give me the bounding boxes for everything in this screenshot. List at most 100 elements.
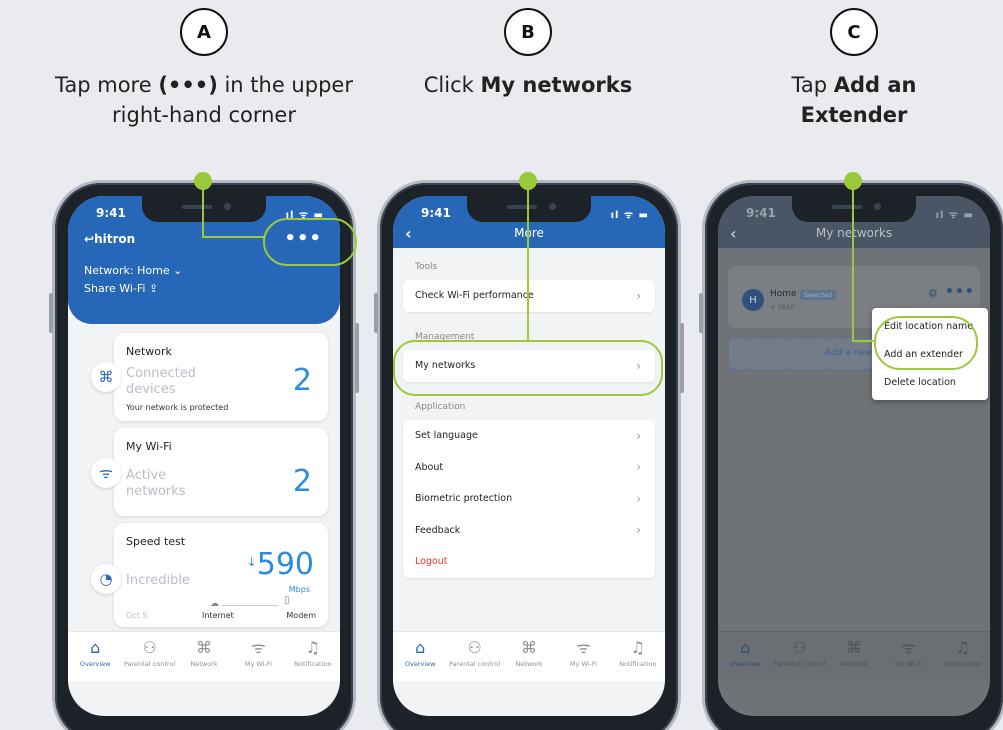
nav-network[interactable]: ⌘ Network	[177, 632, 231, 681]
step-a: A Tap more (•••) in the upper right-hand…	[44, 8, 364, 130]
section-application: Application	[415, 402, 466, 412]
page-title: More	[514, 226, 544, 240]
highlight-line-c-horizontal	[852, 340, 876, 342]
edit-location-name-item[interactable]: Edit location name	[872, 312, 988, 340]
cloud-icon: ☁	[210, 599, 219, 609]
step-b-text-pre: Click	[423, 73, 481, 97]
tutorial-stage: A Tap more (•••) in the upper right-hand…	[0, 0, 1003, 730]
nav-overview[interactable]: ⌂ Overview	[393, 632, 447, 681]
chevron-right-icon: ›	[636, 428, 641, 443]
my-wifi-card[interactable]: My Wi-Fi Active networks 2	[114, 428, 328, 516]
bottom-nav: ⌂ Overview ⚇ Parental control ⌘ Network ᯤ My…	[393, 631, 665, 681]
delete-location-item[interactable]: Delete location	[872, 368, 988, 396]
nav-label: Network	[515, 660, 543, 668]
step-c: C Tap Add an Extender	[694, 8, 1003, 130]
speed-test-card[interactable]: Speed test Incredible ↓590 Mbps ☁ ▯ Oct …	[114, 523, 328, 627]
status-time: 9:41	[96, 206, 126, 220]
my-networks-item[interactable]: My networks ›	[403, 350, 655, 382]
step-b-text-bold: My networks	[480, 73, 633, 97]
wifi-icon: ᯤ	[901, 638, 916, 657]
chevron-right-icon: ›	[636, 288, 641, 303]
nav-notification[interactable]: ♫ Notification	[286, 632, 340, 681]
status-icons: ıl ᯤ ▬	[610, 210, 649, 221]
location-ssid: ᯤ 5810	[770, 302, 795, 311]
status-time: 9:41	[421, 206, 451, 220]
people-icon: ⚇	[142, 638, 157, 657]
application-list: Set language › About › Biometric protectio…	[403, 420, 655, 578]
network-icon: ⌘	[846, 638, 863, 657]
speedometer-icon: ◔	[91, 564, 121, 594]
nav-parental-control[interactable]: ⚇ Parental control	[447, 632, 501, 681]
nav-my-wifi[interactable]: ᯤ My Wi-Fi	[231, 632, 285, 681]
volume-button	[49, 293, 53, 333]
feedback-item[interactable]: Feedback ›	[403, 515, 655, 547]
network-icon: ⌘	[521, 638, 538, 657]
more-button[interactable]: •••	[945, 284, 975, 300]
phone-b: 9:41 ıl ᯤ ▬ ‹ More Tools Check Wi-Fi per…	[374, 183, 684, 730]
nav-network[interactable]: ⌘ Network	[827, 632, 881, 681]
internet-label: Internet	[202, 611, 234, 620]
item-label: Check Wi-Fi performance	[415, 290, 534, 302]
gear-icon[interactable]: ⚙	[928, 287, 938, 300]
logo-text: hitron	[94, 232, 136, 246]
network-card[interactable]: Network Connected devices 2 Your network…	[114, 333, 328, 421]
share-wifi-button[interactable]: Share Wi-Fi ⇪	[84, 282, 158, 295]
step-a-text-bold: (•••)	[158, 73, 218, 97]
set-language-item[interactable]: Set language ›	[403, 420, 655, 452]
bottom-nav: ⌂ Overview ⚇ Parental control ⌘ Network ᯤ My…	[718, 631, 990, 681]
nav-notification[interactable]: ♫ Notification	[611, 632, 665, 681]
ssid-text: 5810	[778, 303, 795, 311]
nav-notification[interactable]: ♫ Notification	[936, 632, 990, 681]
location-name: Home	[770, 289, 797, 299]
bell-icon: ♫	[630, 638, 645, 657]
speed-rating: Incredible	[126, 573, 191, 588]
logout-item[interactable]: Logout	[403, 546, 655, 578]
bell-icon: ♫	[955, 638, 970, 657]
home-icon: ⌂	[740, 638, 751, 657]
speed-unit: Mbps	[288, 585, 310, 594]
check-wifi-performance-item[interactable]: Check Wi-Fi performance ›	[403, 280, 655, 312]
card-sub-line1: Connected	[126, 366, 197, 381]
side-button	[680, 323, 684, 393]
volume-button	[699, 293, 703, 333]
speed-number: 590	[256, 547, 314, 582]
nav-network[interactable]: ⌘ Network	[502, 632, 556, 681]
section-management: Management	[415, 332, 475, 342]
share-icon: ⇪	[148, 282, 159, 295]
nav-label: Parental control	[124, 660, 176, 668]
nav-label: Notification	[294, 660, 332, 668]
nav-my-wifi[interactable]: ᯤ My Wi-Fi	[881, 632, 935, 681]
active-networks-count: 2	[292, 464, 312, 499]
card-sub-line2: networks	[126, 484, 186, 499]
card-sub-line1: Active	[126, 468, 167, 483]
nav-my-wifi[interactable]: ᯤ My Wi-Fi	[556, 632, 610, 681]
highlight-pin-c	[844, 172, 862, 190]
speed-value: ↓590	[247, 547, 314, 582]
biometric-protection-item[interactable]: Biometric protection ›	[403, 483, 655, 515]
more-button[interactable]: •••	[284, 228, 322, 249]
notch	[142, 196, 266, 222]
page-title: My networks	[815, 226, 893, 240]
item-label: About	[415, 461, 444, 473]
highlight-line-b	[527, 180, 529, 340]
dimmed-bottom	[718, 681, 990, 716]
connection-line	[222, 605, 278, 606]
item-label: My networks	[415, 360, 476, 372]
network-icon: ⌘	[91, 362, 121, 392]
chevron-right-icon: ›	[636, 358, 641, 373]
step-b: B Click My networks	[368, 8, 688, 100]
nav-parental-control[interactable]: ⚇ Parental control	[772, 632, 826, 681]
highlight-pin-b	[519, 172, 537, 190]
about-item[interactable]: About ›	[403, 452, 655, 484]
wifi-icon: ᯤ	[91, 458, 121, 488]
status-time: 9:41	[746, 206, 776, 220]
add-extender-item[interactable]: Add an extender	[872, 340, 988, 368]
card-title: Network	[126, 345, 172, 358]
item-label: Feedback	[415, 524, 461, 536]
nav-overview[interactable]: ⌂ Overview	[718, 632, 772, 681]
nav-parental-control[interactable]: ⚇ Parental control	[122, 632, 176, 681]
network-selector[interactable]: Network: Home ⌄	[84, 264, 182, 277]
nav-overview[interactable]: ⌂ Overview	[68, 632, 122, 681]
nav-label: My Wi-Fi	[894, 660, 922, 668]
hitron-logo: ↩hitron	[84, 232, 135, 246]
